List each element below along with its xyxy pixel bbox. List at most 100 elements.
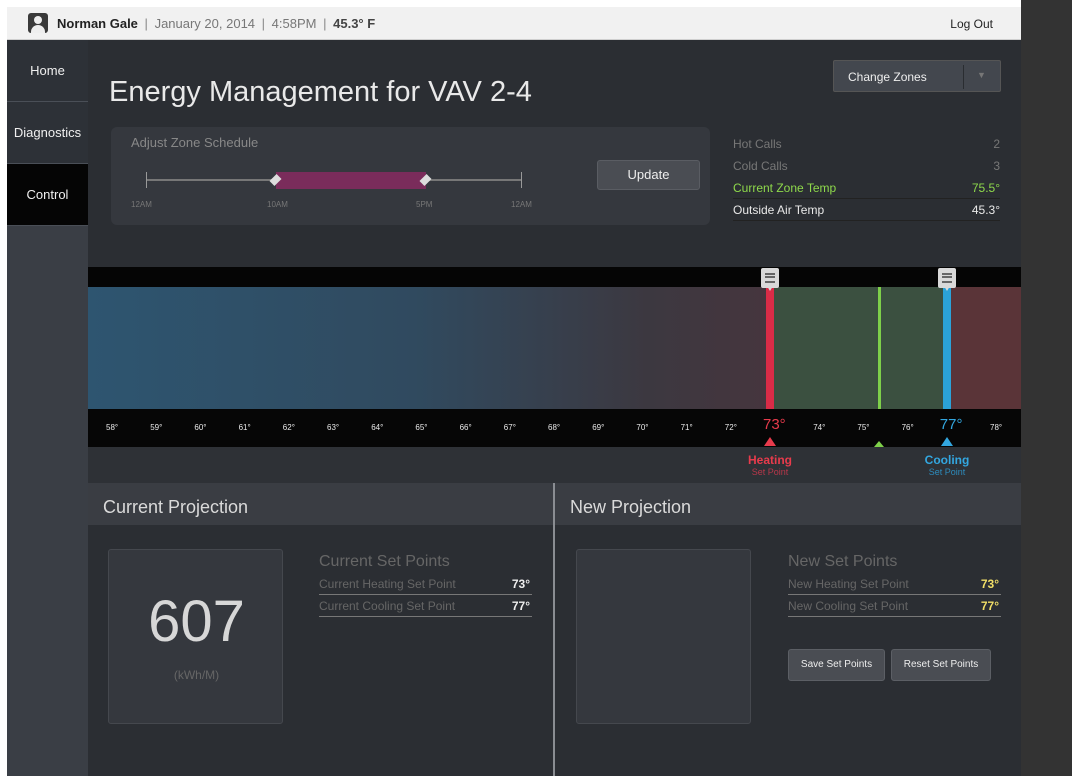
change-zones-dropdown[interactable]: Change Zones ▼ bbox=[833, 60, 1001, 92]
date: January 20, 2014 bbox=[154, 16, 256, 31]
outside-temp-value: 45.3° bbox=[971, 203, 1000, 217]
temperature-tick-label: 78° bbox=[990, 423, 1003, 432]
separator: | bbox=[323, 16, 327, 31]
temperature-tick-label: 58° bbox=[106, 423, 119, 432]
projection-value: 607 bbox=[148, 589, 245, 654]
outside-temperature: 45.3° F bbox=[333, 16, 376, 31]
outside-temp-label: Outside Air Temp bbox=[733, 203, 825, 217]
cooling-subtitle: Set Point bbox=[928, 467, 966, 477]
schedule-tick bbox=[146, 172, 147, 188]
new-cooling-label: New Cooling Set Point bbox=[788, 599, 909, 613]
new-projection-title: New Projection bbox=[555, 483, 1021, 525]
new-set-points: New Set Points New Heating Set Point 73°… bbox=[788, 553, 1001, 617]
set-point-legend bbox=[88, 447, 1021, 483]
temperature-tick-label: 69° bbox=[592, 423, 605, 432]
temperature-band-top bbox=[88, 267, 1021, 287]
temperature-tick-label: 77° bbox=[939, 416, 963, 433]
main-panel: Energy Management for VAV 2-4 Change Zon… bbox=[88, 40, 1021, 776]
current-cooling-row: Current Cooling Set Point 77° bbox=[319, 595, 532, 617]
chevron-down-icon: ▼ bbox=[977, 70, 986, 80]
schedule-title: Adjust Zone Schedule bbox=[131, 135, 259, 150]
temperature-tick-label: 64° bbox=[371, 423, 384, 432]
current-set-points: Current Set Points Current Heating Set P… bbox=[319, 553, 532, 617]
temperature-tick-label: 73° bbox=[763, 416, 786, 433]
temperature-tick-label: 72° bbox=[724, 423, 737, 432]
temperature-tick-label: 65° bbox=[415, 423, 428, 432]
hot-calls-label: Hot Calls bbox=[733, 137, 782, 151]
cold-calls-row: Cold Calls 3 bbox=[733, 155, 1000, 177]
cold-calls-value: 3 bbox=[993, 159, 1000, 173]
temperature-tick-label: 67° bbox=[503, 423, 516, 432]
sidebar: Home Diagnostics Control bbox=[7, 40, 88, 776]
reset-set-points-button[interactable]: Reset Set Points bbox=[891, 649, 991, 681]
logout-link[interactable]: Log Out bbox=[950, 17, 993, 31]
current-projection-title: Current Projection bbox=[88, 483, 553, 525]
update-button[interactable]: Update bbox=[597, 160, 700, 190]
separator: | bbox=[261, 16, 266, 31]
time: 4:58PM bbox=[271, 16, 317, 31]
current-heating-row: Current Heating Set Point 73° bbox=[319, 573, 532, 595]
page-title: Energy Management for VAV 2-4 bbox=[109, 76, 532, 108]
comfort-zone bbox=[770, 287, 949, 409]
cooling-set-point-bar[interactable] bbox=[943, 287, 951, 409]
heating-marker-icon bbox=[764, 437, 776, 446]
cold-calls-label: Cold Calls bbox=[733, 159, 788, 173]
projection-divider bbox=[553, 483, 555, 776]
cooling-drag-handle[interactable] bbox=[938, 268, 956, 291]
user-name: Norman Gale bbox=[57, 16, 138, 31]
zone-stats: Hot Calls 2 Cold Calls 3 Current Zone Te… bbox=[733, 133, 1000, 221]
zone-temp-value: 75.5° bbox=[971, 181, 1000, 195]
temperature-tick-label: 63° bbox=[327, 423, 340, 432]
zone-temp-row: Current Zone Temp 75.5° bbox=[733, 177, 1000, 199]
new-heating-label: New Heating Set Point bbox=[788, 577, 909, 591]
sidebar-item-control[interactable]: Control bbox=[7, 164, 88, 226]
current-heating-value: 73° bbox=[511, 577, 530, 591]
schedule-range[interactable] bbox=[276, 172, 426, 189]
new-projection-box bbox=[576, 549, 751, 724]
schedule-label: 5PM bbox=[416, 200, 433, 209]
current-cooling-value: 77° bbox=[511, 599, 530, 613]
new-heating-row: New Heating Set Point 73° bbox=[788, 573, 1001, 595]
cooling-marker-icon bbox=[941, 437, 953, 446]
heating-set-point-bar[interactable] bbox=[766, 287, 774, 409]
temperature-tick-label: 62° bbox=[282, 423, 295, 432]
new-heating-value: 73° bbox=[980, 577, 999, 591]
temperature-tick-label: 76° bbox=[901, 423, 914, 432]
schedule-tick bbox=[521, 172, 522, 188]
temperature-tick-label: 59° bbox=[150, 423, 163, 432]
schedule-label: 12AM bbox=[511, 200, 532, 209]
current-zone-temp-line bbox=[878, 287, 881, 409]
zone-temp-label: Current Zone Temp bbox=[733, 181, 837, 195]
sidebar-item-home[interactable]: Home bbox=[7, 40, 88, 102]
user-icon bbox=[28, 13, 48, 33]
new-cooling-row: New Cooling Set Point 77° bbox=[788, 595, 1001, 617]
current-heating-label: Current Heating Set Point bbox=[319, 577, 456, 591]
change-zones-label: Change Zones bbox=[848, 70, 927, 84]
projection-unit: (kWh/M) bbox=[173, 668, 220, 682]
new-cooling-value: 77° bbox=[980, 599, 999, 613]
hot-calls-value: 2 bbox=[993, 137, 1000, 151]
schedule-label: 10AM bbox=[267, 200, 288, 209]
user-info: Norman Gale | January 20, 2014 | 4:58PM … bbox=[57, 16, 375, 31]
heating-title: Heating bbox=[747, 453, 792, 467]
overheat-zone bbox=[949, 287, 1021, 409]
sidebar-item-diagnostics[interactable]: Diagnostics bbox=[7, 102, 88, 164]
heating-drag-handle[interactable] bbox=[761, 268, 779, 291]
temperature-tick-label: 74° bbox=[813, 423, 826, 432]
temperature-tick-label: 71° bbox=[680, 423, 693, 432]
cooling-title: Cooling bbox=[924, 453, 970, 467]
temperature-tick-label: 61° bbox=[238, 423, 251, 432]
current-set-points-title: Current Set Points bbox=[319, 553, 450, 570]
separator: | bbox=[144, 16, 148, 31]
current-cooling-label: Current Cooling Set Point bbox=[319, 599, 456, 613]
current-projection-box: 607 (kWh/M) bbox=[108, 549, 283, 724]
save-set-points-button[interactable]: Save Set Points bbox=[788, 649, 885, 681]
temperature-tick-label: 66° bbox=[459, 423, 472, 432]
temperature-tick-label: 60° bbox=[194, 423, 207, 432]
temperature-tick-label: 75° bbox=[857, 423, 870, 432]
heating-subtitle: Set Point bbox=[751, 467, 789, 477]
right-gutter bbox=[1021, 0, 1072, 776]
temperature-tick-label: 70° bbox=[636, 423, 649, 432]
schedule-label: 12AM bbox=[131, 200, 152, 209]
hot-calls-row: Hot Calls 2 bbox=[733, 133, 1000, 155]
